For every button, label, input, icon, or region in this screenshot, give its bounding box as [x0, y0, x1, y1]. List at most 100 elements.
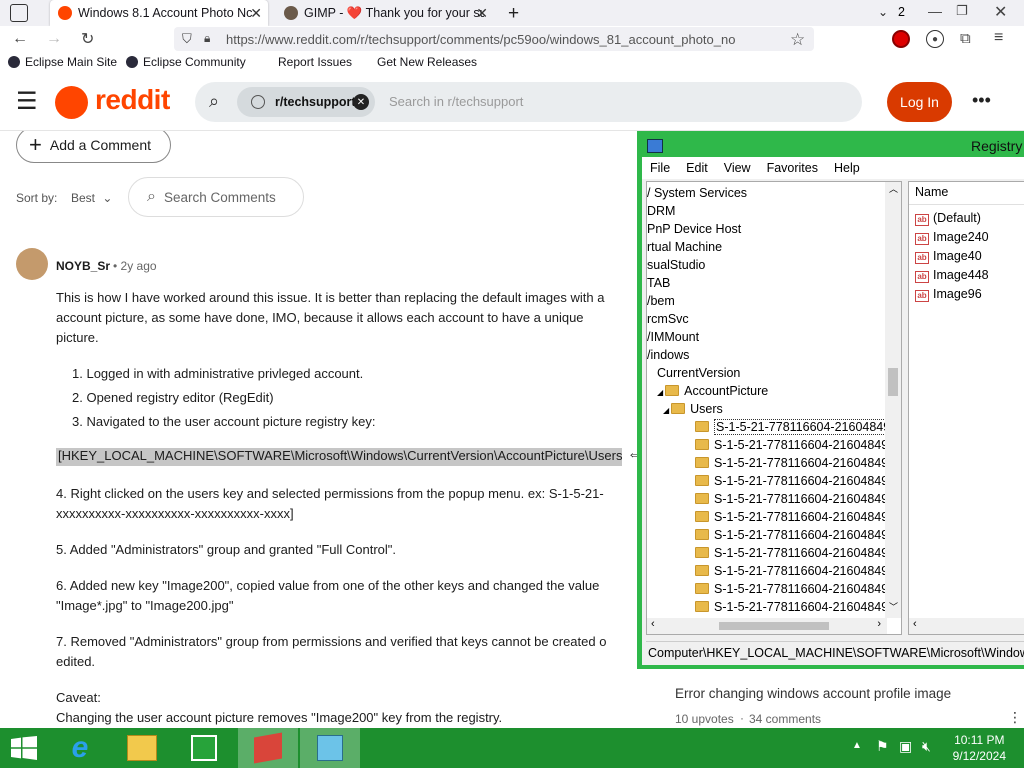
- back-icon[interactable]: ←: [12, 30, 28, 48]
- sid-key[interactable]: S-1-5-21-778116604-2160484928-: [695, 472, 901, 490]
- close-tab-icon[interactable]: ✕: [250, 5, 262, 22]
- start-button[interactable]: [0, 728, 48, 768]
- scroll-thumb[interactable]: [888, 368, 898, 396]
- related-post[interactable]: Error changing windows account profile i…: [640, 669, 1024, 728]
- menu-favorites[interactable]: Favorites: [759, 161, 826, 175]
- extension-red-icon[interactable]: [892, 30, 910, 48]
- scroll-left-icon[interactable]: ‹: [913, 618, 917, 630]
- reddit-logo-text[interactable]: reddit: [95, 84, 170, 116]
- tree-horizontal-scrollbar[interactable]: ‹ ›: [647, 618, 887, 634]
- values-pane[interactable]: Name ab (Default) ab Image240 ab Image40 ab…: [908, 181, 1024, 635]
- remove-chip-icon[interactable]: ✕: [353, 94, 369, 110]
- new-tab-icon[interactable]: +: [508, 3, 519, 25]
- login-button[interactable]: Log In: [887, 82, 952, 122]
- tree-node-users[interactable]: ◢ Users: [663, 400, 723, 418]
- scroll-left-icon[interactable]: ‹: [651, 618, 655, 630]
- tree-node[interactable]: /indows: [647, 346, 689, 364]
- value-row[interactable]: ab Image96: [915, 285, 982, 303]
- close-tab-icon[interactable]: ✕: [476, 5, 488, 22]
- tree-node[interactable]: sualStudio: [647, 256, 705, 274]
- scroll-down-icon[interactable]: ﹀: [889, 600, 898, 613]
- expand-icon[interactable]: ◢: [657, 388, 663, 397]
- taskbar-file-explorer[interactable]: [112, 728, 172, 768]
- menu-edit[interactable]: Edit: [678, 161, 716, 175]
- extensions-icon[interactable]: ⧉: [960, 30, 971, 47]
- menu-file[interactable]: File: [642, 161, 678, 175]
- add-comment-button[interactable]: + Add a Comment: [16, 131, 171, 163]
- tab-reddit[interactable]: Windows 8.1 Account Photo Nc ✕: [50, 0, 268, 26]
- taskbar-internet-explorer[interactable]: e: [50, 728, 110, 768]
- tree-node[interactable]: rtual Machine: [647, 238, 722, 256]
- expand-icon[interactable]: ◢: [663, 406, 669, 415]
- star-icon[interactable]: ☆: [790, 30, 805, 50]
- bookmark-report-issues[interactable]: Report Issues: [278, 55, 352, 69]
- sid-key[interactable]: S-1-5-21-778116604-2160484928-: [695, 508, 901, 526]
- bookmark-get-new-releases[interactable]: Get New Releases: [377, 55, 477, 69]
- values-horizontal-scrollbar[interactable]: ‹: [909, 618, 1024, 634]
- registry-key-path[interactable]: [HKEY_LOCAL_MACHINE\SOFTWARE\Microsoft\W…: [56, 448, 623, 466]
- account-icon[interactable]: ●: [926, 30, 944, 48]
- sid-key[interactable]: S-1-5-21-778116604-2160484928-: [695, 526, 901, 544]
- tree-node-currentversion[interactable]: CurrentVersion: [657, 364, 740, 382]
- tab-list-icon[interactable]: [10, 4, 28, 22]
- close-window-icon[interactable]: ✕: [994, 2, 1007, 22]
- sort-dropdown[interactable]: Best ⌄: [71, 191, 112, 205]
- chevron-down-icon[interactable]: ⌄: [878, 5, 888, 19]
- tree-node[interactable]: TAB: [647, 274, 670, 292]
- more-options-icon[interactable]: ⋮: [1008, 709, 1022, 726]
- more-options-icon[interactable]: •••: [972, 90, 991, 111]
- taskbar-store[interactable]: [174, 728, 234, 768]
- action-center-flag-icon[interactable]: ⚑: [876, 738, 889, 755]
- tree-node[interactable]: rcmSvc: [647, 310, 689, 328]
- address-bar[interactable]: ⛉ 🔒︎ https://www.reddit.com/r/techsuppor…: [174, 27, 814, 51]
- sid-key[interactable]: S-1-5-21-778116604-2160484928-: [695, 580, 901, 598]
- forward-icon[interactable]: →: [46, 30, 62, 48]
- sid-key[interactable]: S-1-5-21-778116604-2160484928-: [695, 598, 901, 616]
- scroll-up-icon[interactable]: ︿: [889, 182, 898, 195]
- show-hidden-icons-icon[interactable]: ▲: [852, 740, 862, 751]
- sid-key[interactable]: S-1-5-21-778116604-2160484928-: [695, 490, 901, 508]
- bookmark-eclipse-main[interactable]: Eclipse Main Site: [8, 55, 117, 69]
- bookmark-eclipse-community[interactable]: Eclipse Community: [126, 55, 246, 69]
- network-icon[interactable]: ▣: [899, 738, 912, 755]
- menu-icon[interactable]: ≡: [994, 29, 1003, 47]
- search-bar[interactable]: ⌕ r/techsupport ✕ Search in r/techsuppor…: [195, 82, 862, 122]
- sid-key[interactable]: S-1-5-21-778116604-2160484928-: [695, 562, 901, 580]
- tab-gimp[interactable]: GIMP - ❤️ Thank you for your su ✕: [276, 0, 494, 26]
- minimize-icon[interactable]: —: [928, 3, 942, 19]
- taskbar-regedit[interactable]: [300, 728, 360, 768]
- taskbar-app-red[interactable]: [238, 728, 298, 768]
- avatar[interactable]: [16, 248, 48, 280]
- value-row[interactable]: ab (Default): [915, 209, 981, 227]
- tree-node[interactable]: DRM: [647, 202, 675, 220]
- tree-node-accountpicture[interactable]: ◢ AccountPicture: [657, 382, 768, 400]
- tree-node[interactable]: /IMMount: [647, 328, 699, 346]
- hamburger-menu-icon[interactable]: ☰: [16, 87, 38, 116]
- system-clock[interactable]: 10:11 PM 9/12/2024: [953, 732, 1006, 764]
- menu-view[interactable]: View: [716, 161, 759, 175]
- scroll-thumb[interactable]: [719, 622, 829, 630]
- scroll-right-icon[interactable]: ›: [877, 618, 881, 630]
- sid-key[interactable]: S-1-5-21-778116604-2160484928-: [695, 418, 901, 436]
- menu-help[interactable]: Help: [826, 161, 868, 175]
- sid-key[interactable]: S-1-5-21-778116604-2160484928-: [695, 436, 901, 454]
- related-title[interactable]: Error changing windows account profile i…: [675, 686, 951, 701]
- search-input[interactable]: Search in r/techsupport: [389, 94, 523, 109]
- tree-vertical-scrollbar[interactable]: ︿ ﹀: [885, 182, 901, 618]
- search-comments-input[interactable]: ⌕ Search Comments: [128, 177, 304, 217]
- tree-node[interactable]: / System Services: [647, 184, 747, 202]
- comment-author[interactable]: NOYB_Sr: [56, 259, 110, 273]
- registry-tree[interactable]: / System Services DRM PnP Device Host rt…: [646, 181, 902, 635]
- subreddit-chip[interactable]: r/techsupport ✕: [237, 87, 375, 117]
- value-row[interactable]: ab Image448: [915, 266, 989, 284]
- restore-icon[interactable]: ❐: [956, 3, 968, 19]
- reddit-logo-icon[interactable]: [55, 86, 88, 119]
- value-row[interactable]: ab Image40: [915, 247, 982, 265]
- sid-key[interactable]: S-1-5-21-778116604-2160484928-: [695, 454, 901, 472]
- registry-editor-window[interactable]: Registry File Edit View Favorites Help /…: [637, 131, 1024, 669]
- tree-node[interactable]: PnP Device Host: [647, 220, 741, 238]
- tree-node[interactable]: /bem: [647, 292, 675, 310]
- column-header-name[interactable]: Name: [915, 185, 948, 199]
- volume-muted-icon[interactable]: 🔇︎: [922, 738, 931, 755]
- value-row[interactable]: ab Image240: [915, 228, 989, 246]
